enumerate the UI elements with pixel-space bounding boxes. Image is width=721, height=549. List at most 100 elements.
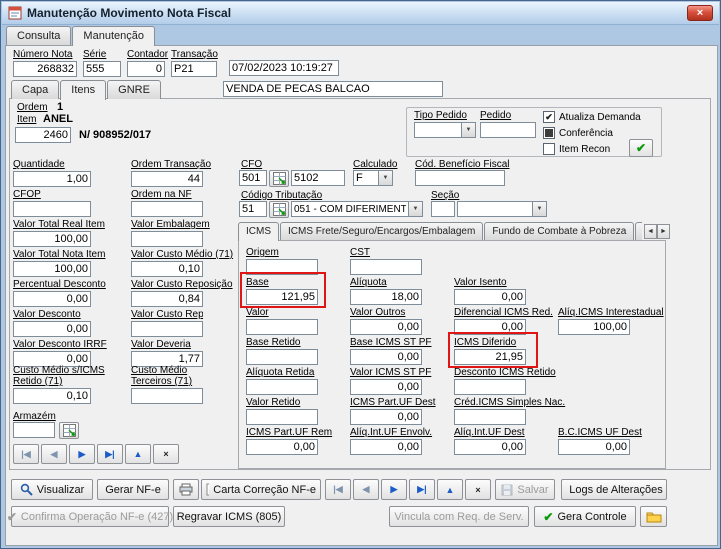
valor-desconto-input[interactable] (13, 321, 91, 337)
origem-input[interactable] (246, 259, 318, 275)
item-nav-next-button[interactable]: ▶ (69, 444, 95, 464)
tipo-pedido-input[interactable] (414, 122, 461, 138)
valor-icms-st-pf-input[interactable] (350, 379, 422, 395)
icms-part-uf-dest-input[interactable] (350, 409, 422, 425)
item-codigo-input[interactable] (15, 127, 71, 143)
tab-capa[interactable]: Capa (11, 80, 60, 99)
aliq-icms-interestadual-input[interactable] (558, 319, 630, 335)
gerar-nfe-button[interactable]: Gerar NF-e (97, 479, 169, 500)
tab-icms[interactable]: ICMS (238, 222, 279, 241)
close-button[interactable]: × (687, 5, 713, 21)
field-ordem-transacao: Ordem Transação (131, 159, 211, 187)
calculado-input[interactable] (353, 170, 378, 186)
visualizar-button[interactable]: Visualizar (11, 479, 93, 500)
secao-combo-input[interactable] (457, 201, 532, 217)
item-nav-post-button[interactable]: ▲ (125, 444, 151, 464)
icms-valor-input[interactable] (246, 319, 318, 335)
imprimir-button[interactable] (173, 479, 199, 500)
nav-next-button[interactable]: ▶ (381, 479, 407, 500)
calculado-dropdown-icon[interactable]: ▼ (378, 170, 393, 186)
cfo-lookup-button[interactable] (269, 170, 289, 187)
tab-pis-cofins[interactable]: PIS/COFIN (635, 222, 642, 240)
cfo-input[interactable] (239, 170, 267, 186)
valor-custo-medio-input[interactable] (131, 261, 203, 277)
beneficio-fiscal-input[interactable] (415, 170, 505, 186)
valor-custo-repos-prazo-input[interactable] (131, 321, 203, 337)
tipo-pedido-dropdown-icon[interactable]: ▼ (461, 122, 476, 138)
valor-isento-input[interactable] (454, 289, 526, 305)
codigo-tributacao-lookup-button[interactable] (269, 201, 289, 218)
transacao-input[interactable] (171, 61, 217, 77)
icms-diferido-input[interactable] (454, 349, 526, 365)
logs-alteracoes-button[interactable]: Logs de Alterações (561, 479, 667, 500)
desconto-icms-retido-input[interactable] (454, 379, 526, 395)
bc-icms-uf-dest-input[interactable] (558, 439, 630, 455)
cred-icms-simples-nac-input[interactable] (454, 409, 526, 425)
custo-medio-sicms-retido-input[interactable] (13, 388, 91, 404)
cst-input[interactable] (350, 259, 422, 275)
nav-last-button[interactable]: ▶| (409, 479, 435, 500)
ordem-na-nf-input[interactable] (131, 201, 203, 217)
contador-input[interactable] (127, 61, 165, 77)
percentual-desconto-input[interactable] (13, 291, 91, 307)
valor-embalagem-input[interactable] (131, 231, 203, 247)
ordem-na-nf-label: Ordem na NF (131, 189, 192, 200)
valor-total-nota-item-input[interactable] (13, 261, 91, 277)
tab-gnre[interactable]: GNRE (107, 80, 161, 99)
checkbox-conferencia[interactable]: Conferência (543, 127, 613, 139)
carta-correcao-button[interactable]: Carta Correção NF-e (201, 479, 321, 500)
nav-cancel-button[interactable]: × (465, 479, 491, 500)
secao-dropdown-icon[interactable]: ▼ (532, 201, 547, 217)
serie-input[interactable] (83, 61, 121, 77)
gera-controle-button[interactable]: ✔ Gera Controle (534, 506, 636, 527)
tab-scroll-right-button[interactable]: ► (657, 224, 670, 239)
cfo2-input[interactable] (291, 170, 345, 186)
nav-last-icon: ▶| (417, 484, 427, 494)
tab-scroll-left-button[interactable]: ◄ (644, 224, 657, 239)
nav-post-button[interactable]: ▲ (437, 479, 463, 500)
aliq-int-uf-dest-input[interactable] (454, 439, 526, 455)
titlebar: Manutenção Movimento Nota Fiscal × (2, 2, 719, 25)
custo-medio-terceiros-input[interactable] (131, 388, 203, 404)
base-icms-st-pf-input[interactable] (350, 349, 422, 365)
checkbox-atualiza-demanda[interactable]: ✔ Atualiza Demanda (543, 111, 641, 123)
armazem-lookup-button[interactable] (59, 422, 79, 439)
icms-base-input[interactable] (246, 289, 318, 305)
numero-nota-input[interactable] (13, 61, 77, 77)
codigo-tributacao-input[interactable] (239, 201, 267, 217)
aliq-int-uf-envolv-input[interactable] (350, 439, 422, 455)
codigo-tributacao-desc-input[interactable] (291, 201, 408, 217)
abrir-pasta-button[interactable] (640, 506, 667, 527)
regravar-icms-button[interactable]: Regravar ICMS (805) (173, 506, 285, 527)
tab-manutencao[interactable]: Manutenção (72, 26, 155, 46)
icms-part-uf-rem-input[interactable] (246, 439, 318, 455)
diferencial-icms-red-input[interactable] (454, 319, 526, 335)
pedido-input[interactable] (480, 122, 536, 138)
ordem-transacao-input[interactable] (131, 171, 203, 187)
tab-fundo-combate-pobreza[interactable]: Fundo de Combate à Pobreza (484, 222, 635, 240)
checkbox-item-recon[interactable]: Item Recon (543, 143, 610, 155)
valor-custo-reposicao-input[interactable] (131, 291, 203, 307)
icms-aliquota-input[interactable] (350, 289, 422, 305)
item-nav-last-button[interactable]: ▶| (97, 444, 123, 464)
aliq-int-uf-envolv-label: Alíq.Int.UF Envolv. (350, 427, 433, 438)
descricao-input[interactable] (223, 81, 443, 97)
item-nav-cancel-button[interactable]: × (153, 444, 179, 464)
valor-total-real-item-input[interactable] (13, 231, 91, 247)
tab-consulta[interactable]: Consulta (6, 26, 72, 45)
valor-retido-input[interactable] (246, 409, 318, 425)
field-icms-aliquota: Alíquota (350, 277, 422, 305)
valor-outros-input[interactable] (350, 319, 422, 335)
field-origem: Origem (246, 247, 318, 275)
tab-icms-frete-seguro[interactable]: ICMS Frete/Seguro/Encargos/Embalagem (280, 222, 484, 240)
armazem-input[interactable] (13, 422, 55, 438)
codigo-tributacao-dropdown-icon[interactable]: ▼ (408, 201, 423, 217)
datetime-input[interactable] (229, 60, 339, 76)
quantidade-input[interactable] (13, 171, 91, 187)
secao-input[interactable] (431, 201, 455, 217)
cfop-input[interactable] (13, 201, 91, 217)
tab-itens[interactable]: Itens (60, 80, 107, 100)
base-retido-input[interactable] (246, 349, 318, 365)
item-recon-confirm-button[interactable]: ✔ (629, 139, 653, 157)
aliquota-retida-input[interactable] (246, 379, 318, 395)
